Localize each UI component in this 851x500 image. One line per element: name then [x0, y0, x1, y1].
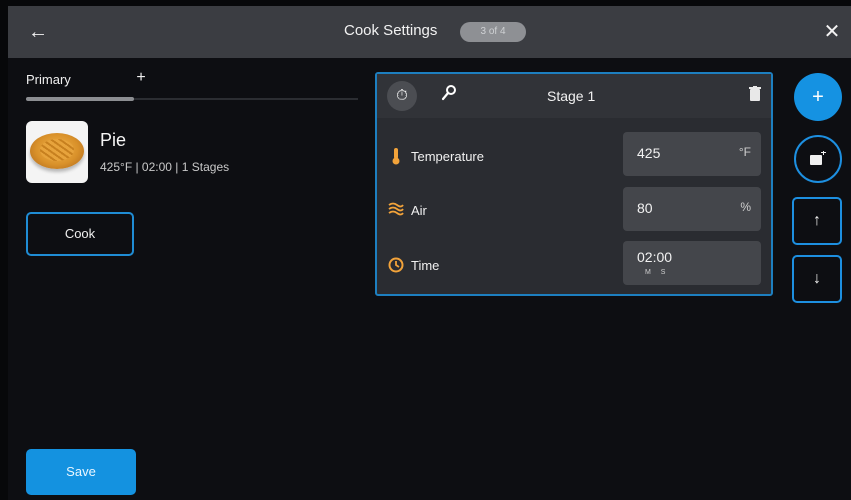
temperature-input[interactable]: 425 °F: [623, 132, 761, 176]
air-unit: %: [740, 200, 751, 214]
tab-active-indicator: [26, 97, 134, 101]
move-up-button[interactable]: ↑: [792, 197, 842, 245]
add-tab-button[interactable]: +: [132, 69, 150, 87]
recipe-image: [26, 121, 88, 183]
time-units-hint: M S: [645, 269, 670, 276]
edit-image-icon[interactable]: [794, 135, 842, 183]
air-label: Air: [411, 203, 427, 218]
screen: ← Cook Settings 3 of 4 ✕ Primary + Pie 4…: [8, 6, 851, 500]
save-button[interactable]: Save: [26, 449, 136, 495]
thermometer-icon: [387, 147, 405, 165]
step-badge: 3 of 4: [460, 22, 526, 42]
top-bar: ← Cook Settings 3 of 4 ✕: [8, 6, 851, 58]
close-icon[interactable]: ✕: [820, 20, 844, 44]
time-value: 02:00: [637, 249, 673, 265]
tab-primary[interactable]: Primary: [26, 72, 71, 87]
stage-title: Stage 1: [547, 88, 596, 104]
add-stage-button[interactable]: +: [794, 73, 842, 121]
temperature-label: Temperature: [411, 149, 484, 164]
stage-card: ⏱ Stage 1 Temperature 425 °F Air 80 % Ti…: [375, 72, 773, 296]
pie-icon: [30, 133, 84, 169]
back-arrow-icon[interactable]: ←: [26, 20, 50, 44]
airflow-icon: [387, 202, 405, 220]
recipe-summary: 425°F | 02:00 | 1 Stages: [100, 160, 230, 174]
trash-icon[interactable]: [747, 86, 763, 104]
time-input[interactable]: 02:00 M S: [623, 241, 761, 285]
temperature-unit: °F: [738, 145, 751, 159]
temperature-value: 425: [637, 145, 661, 161]
probe-icon[interactable]: [437, 84, 461, 108]
time-label: Time: [411, 258, 440, 273]
page-title: Cook Settings: [344, 22, 438, 39]
timer-icon[interactable]: ⏱: [387, 81, 417, 111]
cook-button[interactable]: Cook: [26, 212, 134, 256]
air-value: 80: [637, 200, 653, 216]
move-down-button[interactable]: ↓: [792, 255, 842, 303]
recipe-name: Pie: [100, 130, 127, 150]
clock-icon: [387, 257, 405, 275]
stage-header: ⏱ Stage 1: [377, 74, 771, 118]
air-input[interactable]: 80 %: [623, 187, 761, 231]
